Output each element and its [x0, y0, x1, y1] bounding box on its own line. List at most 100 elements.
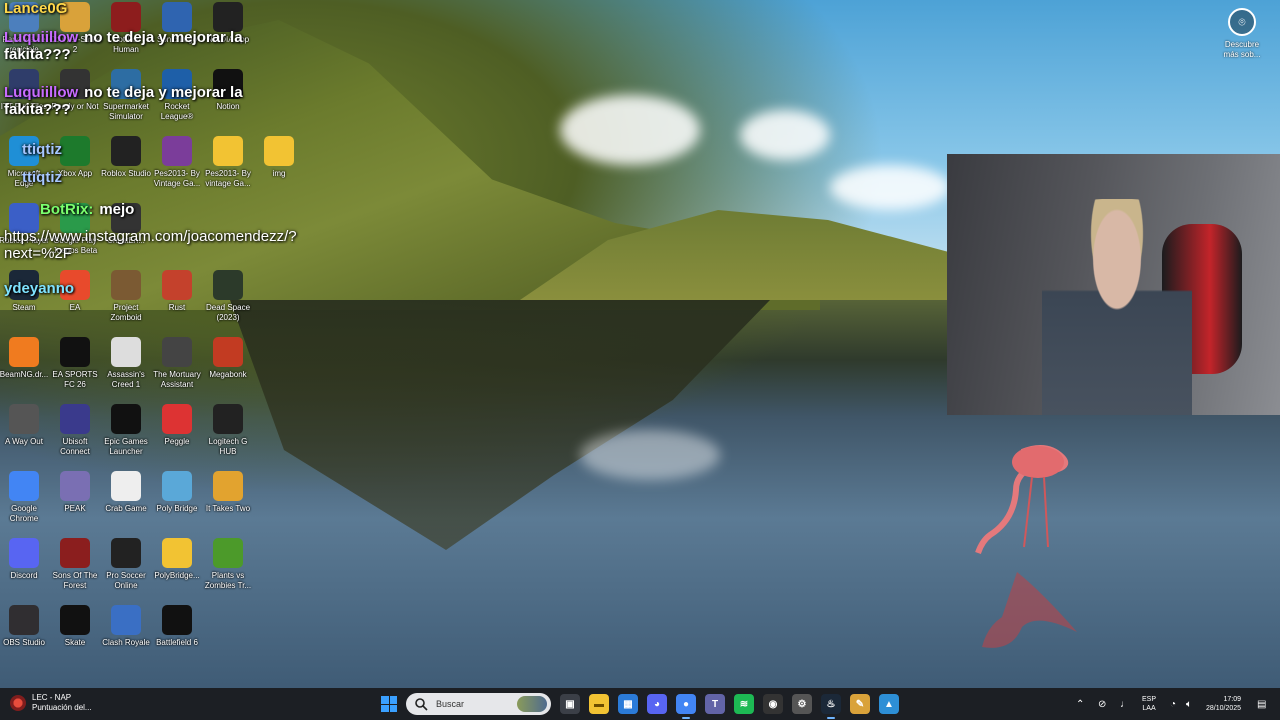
search-highlight-image — [517, 696, 547, 712]
wallpaper-cloud — [560, 95, 700, 165]
desktop-icon[interactable]: Battlefield 6 — [151, 605, 203, 648]
desktop-icon-label: Epic Games Launcher — [104, 437, 148, 456]
clock-date: 28/10/2025 — [1206, 705, 1242, 712]
app-icon — [213, 136, 243, 166]
desktop-icon[interactable]: Pes2013- By Vintage Ga... — [151, 136, 203, 189]
desktop-icon[interactable]: Plants vs Zombies Tr... — [202, 538, 254, 591]
desktop-icon[interactable]: Pes2013- By vintage Ga... — [202, 136, 254, 189]
discover-more-button[interactable]: ⌾ Descubre más sob... — [1220, 8, 1264, 60]
photos-icon[interactable]: ▲ — [879, 694, 899, 714]
app-icon — [9, 404, 39, 434]
desktop-icon[interactable]: Ubisoft Connect — [49, 404, 101, 457]
desktop-icon[interactable]: Google Chrome — [0, 471, 50, 524]
desktop-icon-label: EA — [69, 303, 81, 312]
desktop-icon[interactable]: Logitech G HUB — [202, 404, 254, 457]
desktop-icon-label: Roblox Studio — [101, 169, 151, 178]
discord-icon[interactable]: ◕ — [647, 694, 667, 714]
wallpaper-cloud — [740, 110, 830, 160]
store-icon[interactable]: ▦ — [618, 694, 638, 714]
desktop-icon[interactable]: The Mortuary Assistant — [151, 337, 203, 390]
spotify-icon[interactable]: ≋ — [734, 694, 754, 714]
desktop-icon-label: A Way Out — [5, 437, 43, 446]
file-explorer-icon[interactable]: ▬ — [589, 694, 609, 714]
search-icon — [415, 698, 428, 711]
chat-message: ttiqtiz — [22, 141, 62, 158]
chat-message: https://www.instagram.com/joacomendezz/?… — [4, 228, 297, 262]
desktop-icon[interactable]: img — [253, 136, 305, 179]
desktop-icon[interactable]: PolyBridge... — [151, 538, 203, 581]
desktop-icon-label: PEAK — [64, 504, 86, 513]
desktop-icon[interactable]: Clash Royale — [100, 605, 152, 648]
steam-icon[interactable]: ♨ — [821, 694, 841, 719]
app-icon — [162, 605, 192, 635]
widget-text: LEC - NAP Puntuación del... — [32, 693, 92, 713]
desktop-icon-label: Project Zomboid — [110, 303, 142, 322]
desktop-icon[interactable]: It Takes Two — [202, 471, 254, 514]
desktop-icon[interactable]: Project Zomboid — [100, 270, 152, 323]
keyboard-layout: LAA — [1142, 705, 1156, 712]
search-box[interactable]: Buscar — [406, 693, 551, 715]
wallpaper-cloud — [580, 430, 720, 480]
desktop-icon[interactable]: Peggle — [151, 404, 203, 447]
desktop-icon[interactable]: A Way Out — [0, 404, 50, 447]
desktop-icon[interactable]: Skate — [49, 605, 101, 648]
desktop-icon[interactable]: Poly Bridge — [151, 471, 203, 514]
app-icon — [264, 136, 294, 166]
desktop-icon[interactable]: Discord — [0, 538, 50, 581]
obs-icon[interactable]: ◉ — [763, 694, 783, 714]
app-icon — [213, 538, 243, 568]
desktop-icon[interactable]: Roblox Studio — [100, 136, 152, 179]
language-indicator[interactable]: ESP LAA — [1142, 688, 1156, 720]
discover-label: Descubre más sob... — [1223, 40, 1261, 59]
desktop-icon-label: Clash Royale — [102, 638, 150, 647]
widget-title: LEC - NAP — [32, 693, 72, 702]
desktop-icon-label: Dead Space (2023) — [205, 303, 251, 322]
chrome-icon[interactable]: ● — [676, 694, 696, 719]
desktop-icon[interactable]: EA SPORTS FC 26 — [49, 337, 101, 390]
desktop-icon[interactable]: Megabonk — [202, 337, 254, 380]
desktop-icon[interactable]: Rust — [151, 270, 203, 313]
show-hidden-icons[interactable]: ⌃ — [1076, 688, 1084, 720]
notification-icon[interactable]: ▤ — [1257, 688, 1266, 720]
chat-message: Lance0G — [4, 0, 68, 17]
desktop-icon-label: Logitech G HUB — [208, 437, 248, 456]
desktop-icon-label: Sons Of The Forest — [52, 571, 98, 590]
desktop-icon[interactable]: BeamNG.dr... — [0, 337, 50, 380]
app-icon — [60, 471, 90, 501]
chat-message: BotRix: mejo — [40, 201, 135, 218]
pen-icon[interactable]: ✎ — [850, 694, 870, 714]
wallpaper-reflection — [230, 300, 770, 550]
desktop-icon-label: Skate — [64, 638, 86, 647]
weather-widget[interactable]: LEC - NAP Puntuación del... — [10, 693, 92, 713]
desktop-icon[interactable]: Assassin's Creed 1 — [100, 337, 152, 390]
desktop-icon[interactable]: Sons Of The Forest — [49, 538, 101, 591]
camera-icon: ⌾ — [1228, 8, 1256, 36]
app-icon — [162, 538, 192, 568]
network-off-icon[interactable]: ⊘ — [1098, 688, 1106, 720]
microphone-icon[interactable]: ♩ — [1120, 688, 1130, 720]
teams-icon[interactable]: T — [705, 694, 725, 714]
desktop-icon-label: It Takes Two — [205, 504, 251, 513]
start-button[interactable] — [381, 696, 397, 712]
app-icon — [9, 337, 39, 367]
app-icon — [111, 471, 141, 501]
app-icon — [162, 337, 192, 367]
desktop-icon[interactable]: OBS Studio — [0, 605, 50, 648]
app-icon — [162, 404, 192, 434]
desktop-icon[interactable]: PEAK — [49, 471, 101, 514]
chat-message: Luquiillow no te deja y mejorar la fakita… — [4, 84, 243, 118]
volume-icon[interactable]: 🔈︎ — [1186, 688, 1192, 720]
clock-time: 17:09 — [1223, 696, 1242, 703]
app-icon — [111, 270, 141, 300]
desktop-icon-label: Crab Game — [105, 504, 147, 513]
desktop-icon[interactable]: Epic Games Launcher — [100, 404, 152, 457]
desktop-icon[interactable]: Dead Space (2023) — [202, 270, 254, 323]
settings-icon[interactable]: ⚙ — [792, 694, 812, 714]
desktop-icon[interactable]: Pro Soccer Online — [100, 538, 152, 591]
desktop-icon-label: Pes2013- By vintage Ga... — [205, 169, 251, 188]
task-view-icon[interactable]: ▣ — [560, 694, 580, 714]
desktop-icon[interactable]: Crab Game — [100, 471, 152, 514]
app-icon — [162, 270, 192, 300]
wifi-icon[interactable]: ◔ — [1170, 688, 1176, 720]
clock[interactable]: 17:09 28/10/2025 — [1206, 688, 1241, 720]
